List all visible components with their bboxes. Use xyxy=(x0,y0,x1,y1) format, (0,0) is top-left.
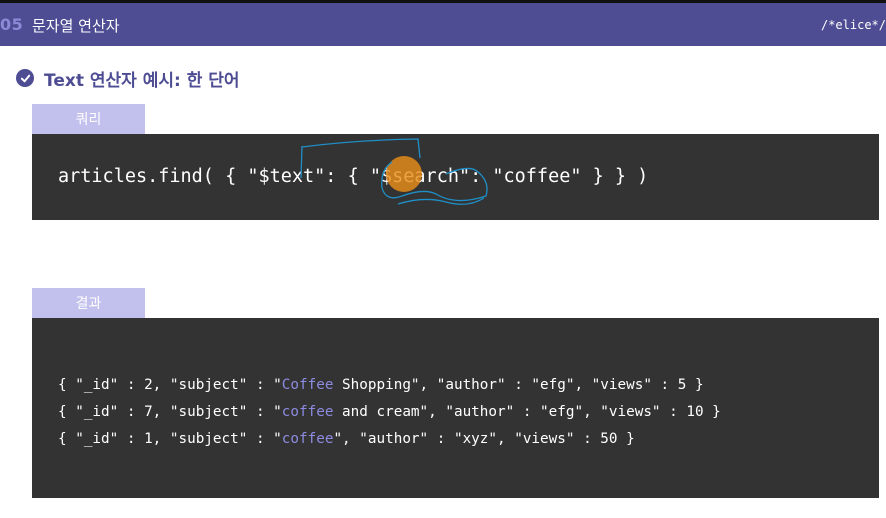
query-code: articles.find( { "$text": { "$search": "… xyxy=(58,166,649,187)
result-row-match: coffee xyxy=(281,404,334,420)
section-number: 05 xyxy=(0,15,24,34)
result-row-suffix: Shopping", "author" : "efg", "views" : 5… xyxy=(333,377,704,393)
result-row: { "_id" : 7, "subject" : "coffee and cre… xyxy=(58,399,721,426)
result-row-suffix: and cream", "author" : "efg", "views" : … xyxy=(333,404,721,420)
query-code-block: articles.find( { "$text": { "$search": "… xyxy=(32,134,879,220)
result-code-block: { "_id" : 2, "subject" : "Coffee Shoppin… xyxy=(32,318,879,498)
result-row-match: Coffee xyxy=(281,377,334,393)
result-row-match: coffee xyxy=(281,431,334,447)
heading-title: Text 연산자 예시: 한 단어 xyxy=(44,70,240,91)
result-rows: { "_id" : 2, "subject" : "Coffee Shoppin… xyxy=(58,372,721,453)
slide-header: 05 문자열 연산자 /*elice*/ xyxy=(0,3,886,46)
result-tab-label: 결과 xyxy=(32,288,145,318)
query-tab-label: 쿼리 xyxy=(32,104,145,134)
check-circle-icon xyxy=(16,69,34,87)
brand-text: /*elice*/ xyxy=(820,18,886,32)
result-row: { "_id" : 1, "subject" : "coffee", "auth… xyxy=(58,426,721,453)
pointer-highlight xyxy=(386,156,422,192)
result-row: { "_id" : 2, "subject" : "Coffee Shoppin… xyxy=(58,372,721,399)
result-row-suffix: ", "author" : "xyz", "views" : 50 } xyxy=(333,431,635,447)
result-row-prefix: { "_id" : 7, "subject" : " xyxy=(58,404,282,420)
section-title: 문자열 연산자 xyxy=(32,17,120,35)
result-row-prefix: { "_id" : 2, "subject" : " xyxy=(58,377,282,393)
result-row-prefix: { "_id" : 1, "subject" : " xyxy=(58,431,282,447)
slide-heading: Text 연산자 예시: 한 단어 xyxy=(16,67,240,91)
